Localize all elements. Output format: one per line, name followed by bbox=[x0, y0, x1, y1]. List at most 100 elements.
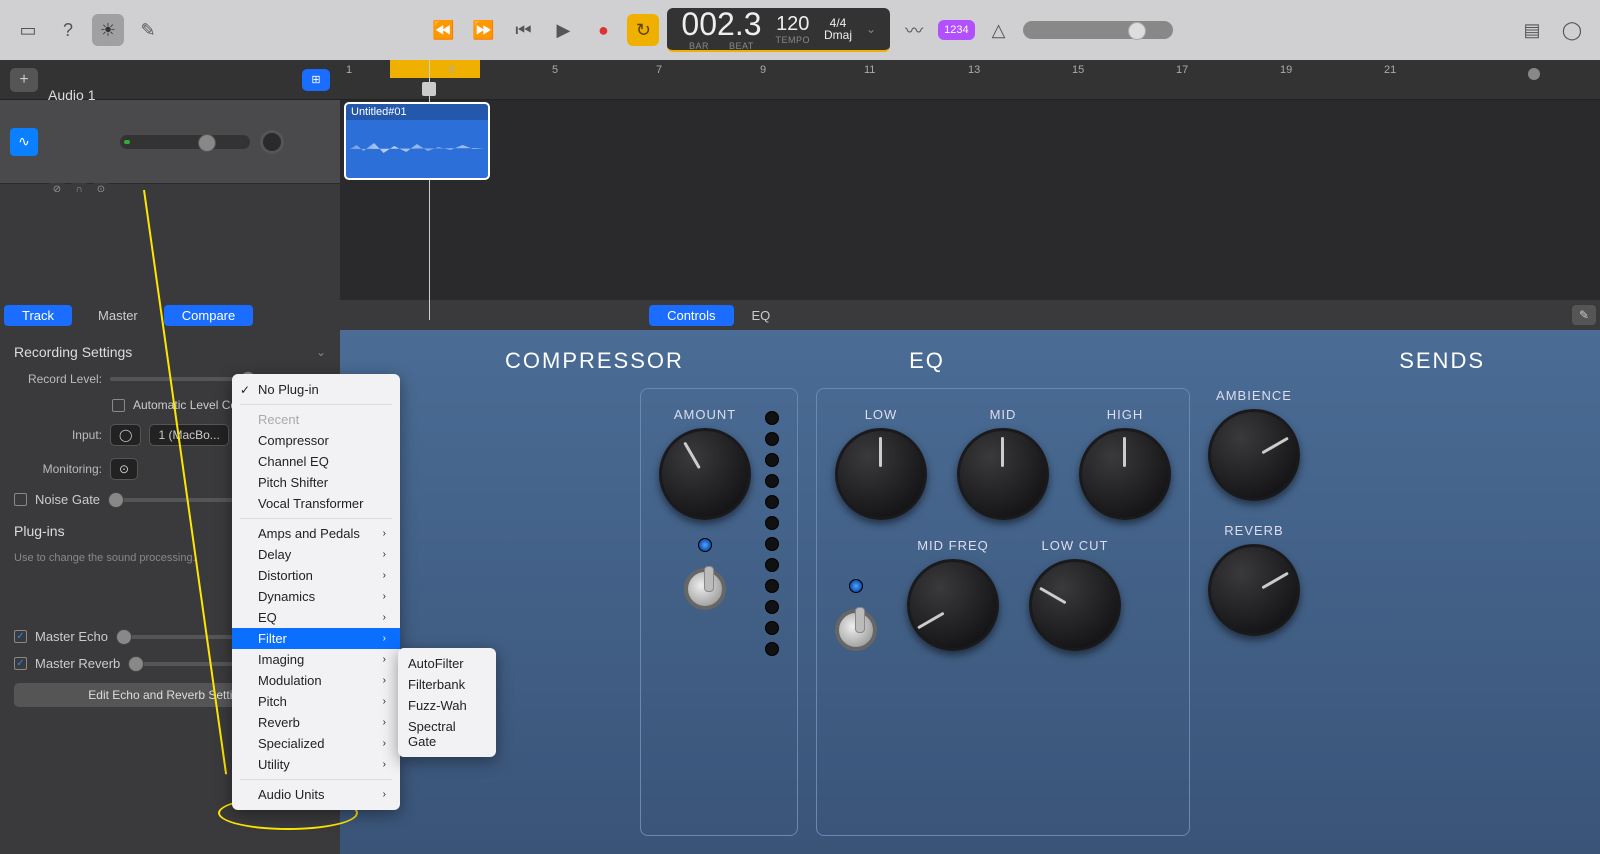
ruler-tick: 5 bbox=[552, 64, 558, 76]
tab-master[interactable]: Master bbox=[80, 305, 156, 326]
gain-led bbox=[765, 621, 779, 635]
bar-label: BAR bbox=[689, 42, 709, 51]
lcd-display[interactable]: 002.3 BAR BEAT 120 TEMPO 4/4 Dmaj ⌄ bbox=[667, 8, 890, 52]
menu-category-item[interactable]: Amps and Pedals› bbox=[232, 523, 400, 544]
submenu-item[interactable]: Spectral Gate bbox=[398, 716, 496, 752]
loops-icon[interactable]: ◯ bbox=[1556, 14, 1588, 46]
sends-column: AMBIENCE REVERB bbox=[1208, 388, 1300, 836]
high-knob[interactable] bbox=[1079, 428, 1171, 520]
master-reverb-label: Master Reverb bbox=[35, 656, 120, 671]
master-volume-slider[interactable] bbox=[1023, 21, 1173, 39]
submenu-item[interactable]: AutoFilter bbox=[398, 653, 496, 674]
track-volume-slider[interactable] bbox=[120, 135, 250, 149]
eq-box: LOW MID HIGH MID FREQ LOW CUT bbox=[816, 388, 1190, 836]
top-toolbar: ▭ ? ☀ ✎ ⏪ ⏩ ⏮ ▶ ● ↻ 002.3 BAR BEAT 120 T… bbox=[0, 0, 1600, 60]
master-reverb-checkbox[interactable]: ✓ bbox=[14, 657, 27, 670]
cycle-icon[interactable]: ↻ bbox=[627, 14, 659, 46]
ruler-tick: 9 bbox=[760, 64, 766, 76]
metronome-icon[interactable]: △ bbox=[983, 14, 1015, 46]
mid-knob[interactable] bbox=[957, 428, 1049, 520]
timeline[interactable]: 1 3 5 7 9 11 13 15 17 19 21 Untitled#01 bbox=[340, 60, 1600, 300]
submenu-item[interactable]: Filterbank bbox=[398, 674, 496, 695]
brightness-icon[interactable]: ☀ bbox=[92, 14, 124, 46]
master-echo-checkbox[interactable]: ✓ bbox=[14, 630, 27, 643]
eq-toggle[interactable] bbox=[835, 609, 877, 651]
noise-gate-checkbox[interactable] bbox=[14, 493, 27, 506]
record-icon[interactable]: ● bbox=[587, 14, 619, 46]
menu-audio-units[interactable]: Audio Units› bbox=[232, 784, 400, 805]
input-format-button[interactable]: ◯ bbox=[110, 424, 141, 446]
chevron-down-icon[interactable]: ⌄ bbox=[316, 345, 326, 359]
tuner-icon[interactable]: 〰 bbox=[898, 14, 930, 46]
gain-led bbox=[765, 411, 779, 425]
low-cut-knob[interactable] bbox=[1029, 559, 1121, 651]
menu-category-item[interactable]: Dynamics› bbox=[232, 586, 400, 607]
amount-knob[interactable] bbox=[659, 428, 751, 520]
help-icon[interactable]: ? bbox=[52, 14, 84, 46]
menu-recent-item[interactable]: Compressor bbox=[232, 430, 400, 451]
auto-level-checkbox[interactable] bbox=[112, 399, 125, 412]
region-inspector-button[interactable]: ⊞ bbox=[302, 69, 330, 91]
menu-category-item[interactable]: Delay› bbox=[232, 544, 400, 565]
menu-recent-item[interactable]: Pitch Shifter bbox=[232, 472, 400, 493]
menu-recent-item[interactable]: Channel EQ bbox=[232, 451, 400, 472]
tab-controls[interactable]: Controls bbox=[649, 305, 733, 326]
tab-track[interactable]: Track bbox=[4, 305, 72, 326]
pan-knob[interactable] bbox=[260, 130, 284, 154]
low-knob[interactable] bbox=[835, 428, 927, 520]
notes-icon[interactable]: ▤ bbox=[1516, 14, 1548, 46]
edit-icon[interactable]: ✎ bbox=[132, 14, 164, 46]
tab-eq[interactable]: EQ bbox=[734, 305, 789, 326]
amount-label: AMOUNT bbox=[674, 407, 736, 422]
input-monitor-button[interactable]: ⊙ bbox=[92, 183, 110, 197]
master-position-handle[interactable] bbox=[1528, 68, 1540, 80]
menu-recent-header: Recent bbox=[232, 409, 400, 430]
compressor-box: AMOUNT bbox=[640, 388, 798, 836]
add-track-button[interactable]: + bbox=[10, 68, 38, 92]
playhead-line bbox=[429, 60, 430, 320]
gain-led bbox=[765, 600, 779, 614]
mute-button[interactable]: ⊘ bbox=[48, 183, 66, 197]
solo-button[interactable]: ∩ bbox=[70, 183, 88, 197]
menu-category-item[interactable]: EQ› bbox=[232, 607, 400, 628]
compressor-toggle[interactable] bbox=[684, 568, 726, 610]
rewind-icon[interactable]: ⏪ bbox=[427, 14, 459, 46]
plugin-context-menu: ✓No Plug-in Recent Compressor Channel EQ… bbox=[232, 374, 400, 810]
filter-submenu: AutoFilter Filterbank Fuzz-Wah Spectral … bbox=[398, 648, 496, 757]
menu-category-item[interactable]: Modulation› bbox=[232, 670, 400, 691]
gain-led bbox=[765, 537, 779, 551]
reverb-knob[interactable] bbox=[1208, 544, 1300, 636]
play-icon[interactable]: ▶ bbox=[547, 14, 579, 46]
menu-recent-item[interactable]: Vocal Transformer bbox=[232, 493, 400, 514]
submenu-item[interactable]: Fuzz-Wah bbox=[398, 695, 496, 716]
library-icon[interactable]: ▭ bbox=[12, 14, 44, 46]
audio-region[interactable]: Untitled#01 bbox=[344, 102, 490, 180]
menu-category-item[interactable]: Pitch› bbox=[232, 691, 400, 712]
menu-category-item[interactable]: Imaging› bbox=[232, 649, 400, 670]
cycle-region[interactable] bbox=[390, 60, 480, 78]
monitoring-button[interactable]: ⊙ bbox=[110, 458, 138, 480]
go-to-start-icon[interactable]: ⏮ bbox=[507, 14, 539, 46]
mid-freq-knob[interactable] bbox=[907, 559, 999, 651]
forward-icon[interactable]: ⏩ bbox=[467, 14, 499, 46]
ruler-tick: 15 bbox=[1072, 64, 1084, 76]
menu-no-plugin[interactable]: ✓No Plug-in bbox=[232, 379, 400, 400]
ruler[interactable]: 1 3 5 7 9 11 13 15 17 19 21 bbox=[340, 60, 1600, 100]
chevron-down-icon[interactable]: ⌄ bbox=[866, 22, 876, 36]
track-row[interactable]: ∿ Audio 1 ⊘ ∩ ⊙ bbox=[0, 100, 340, 184]
menu-category-item[interactable]: Distortion› bbox=[232, 565, 400, 586]
tempo-value: 120 bbox=[776, 14, 809, 34]
menu-category-item[interactable]: Reverb› bbox=[232, 712, 400, 733]
menu-category-item[interactable]: Specialized› bbox=[232, 733, 400, 754]
ambience-knob[interactable] bbox=[1208, 409, 1300, 501]
count-in-badge[interactable]: 1234 bbox=[938, 20, 974, 40]
menu-category-filter[interactable]: Filter› bbox=[232, 628, 400, 649]
section-plugins: Plug-ins bbox=[14, 523, 65, 539]
menu-category-item[interactable]: Utility› bbox=[232, 754, 400, 775]
tab-compare[interactable]: Compare bbox=[164, 305, 253, 326]
eq-title: EQ bbox=[902, 348, 952, 374]
input-channel-select[interactable]: 1 (MacBo... bbox=[149, 424, 228, 446]
edit-smart-controls-icon[interactable]: ✎ bbox=[1572, 305, 1596, 325]
ambience-label: AMBIENCE bbox=[1216, 388, 1292, 403]
smart-controls-tabs: Track Master Compare Controls EQ ✎ bbox=[0, 300, 1600, 330]
